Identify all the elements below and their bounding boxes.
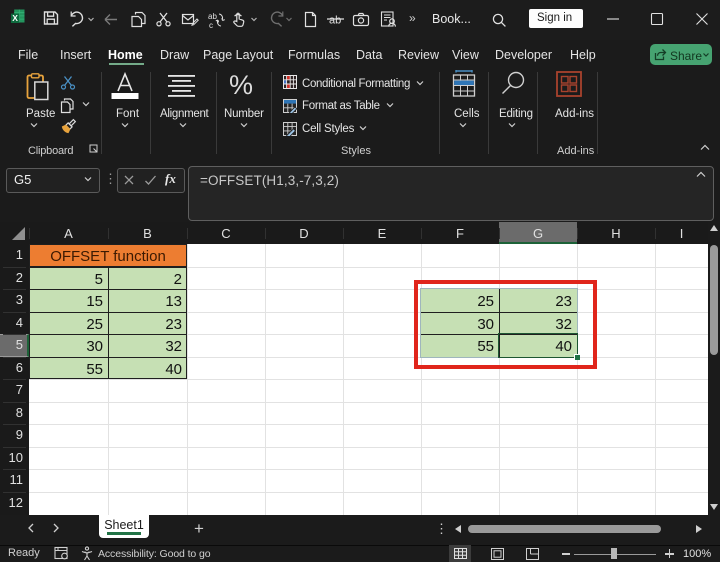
svg-text:c: c <box>209 21 213 29</box>
svg-text:X: X <box>12 13 18 23</box>
svg-text:ab: ab <box>329 15 341 27</box>
svg-text:ab: ab <box>208 12 217 21</box>
